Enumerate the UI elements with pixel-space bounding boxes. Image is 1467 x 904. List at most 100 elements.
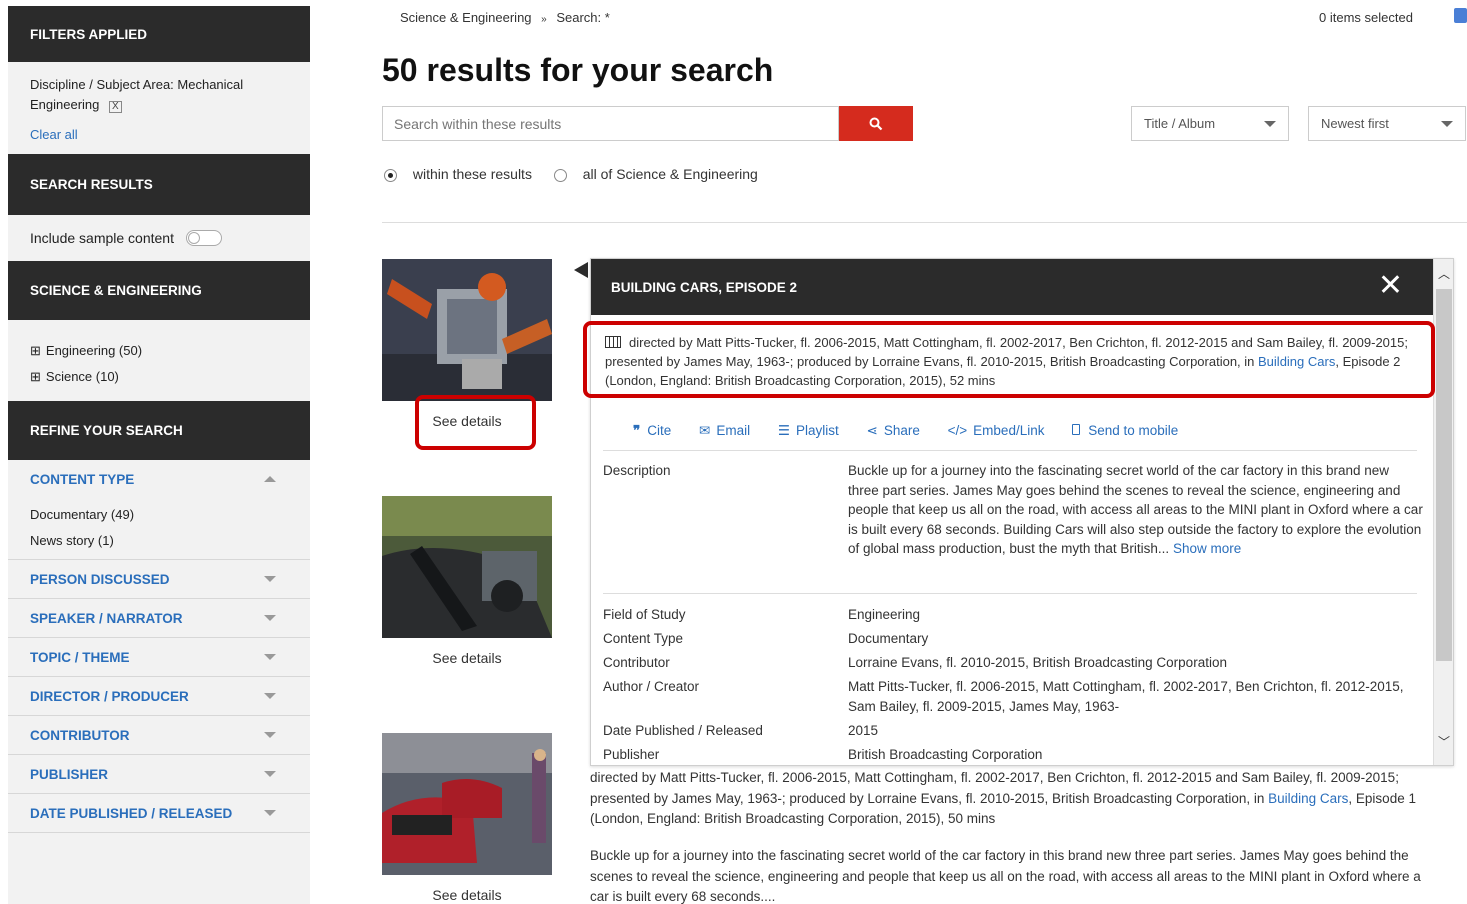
- refine-search-header: REFINE YOUR SEARCH: [8, 401, 310, 460]
- sidebar: FILTERS APPLIED Discipline / Subject Are…: [8, 6, 310, 904]
- facet-date-published[interactable]: DATE PUBLISHED / RELEASED: [8, 794, 310, 833]
- embed-label: Embed/Link: [973, 423, 1045, 438]
- sort-order-value: Newest first: [1321, 116, 1389, 131]
- chevron-down-icon: [264, 732, 276, 738]
- playlist-action[interactable]: ☰ Playlist: [778, 423, 851, 438]
- field-value: British Broadcasting Corporation: [848, 747, 1043, 762]
- share-label: Share: [883, 423, 920, 438]
- send-mobile-action[interactable]: Send to mobile: [1072, 423, 1190, 438]
- search-results-header: SEARCH RESULTS: [8, 154, 310, 215]
- see-details-link[interactable]: See details: [382, 887, 552, 903]
- chevron-up-icon: [264, 476, 276, 482]
- divider: [382, 222, 1467, 223]
- facet-speaker-narrator[interactable]: SPEAKER / NARRATOR: [8, 599, 310, 638]
- facet-label: PERSON DISCUSSED: [30, 571, 170, 587]
- expand-icon[interactable]: ⊞: [30, 343, 41, 358]
- facet-label: DIRECTOR / PRODUCER: [30, 688, 189, 704]
- breadcrumb-separator: »: [541, 14, 547, 25]
- car-line-image: [382, 733, 552, 875]
- citation-link[interactable]: Building Cars: [1268, 791, 1348, 806]
- search-input[interactable]: [383, 107, 838, 140]
- share-action[interactable]: ⋖ Share: [867, 423, 932, 438]
- see-details-link[interactable]: See details: [382, 650, 552, 666]
- car-assembly-image: [382, 496, 552, 638]
- facet-topic-theme[interactable]: TOPIC / THEME: [8, 638, 310, 677]
- search-results-title: SEARCH RESULTS: [30, 177, 153, 192]
- field-label: Author / Creator: [603, 679, 700, 694]
- description-label: Description: [603, 463, 671, 478]
- result-thumbnail[interactable]: [382, 733, 552, 875]
- embed-action[interactable]: </> Embed/Link: [948, 423, 1057, 438]
- tree-item-science[interactable]: ⊞ Science (10): [30, 364, 288, 390]
- result-thumbnail[interactable]: [382, 259, 552, 401]
- field-value: 2015: [848, 723, 879, 738]
- popup-title: BUILDING CARS, EPISODE 2: [611, 279, 798, 295]
- result-thumbnail[interactable]: [382, 496, 552, 638]
- tree-item-label: Science (10): [45, 369, 119, 384]
- email-action[interactable]: ✉ Email: [699, 423, 762, 438]
- show-more-link[interactable]: Show more: [1173, 541, 1241, 556]
- sort-field-select[interactable]: Title / Album: [1131, 106, 1289, 141]
- sample-content-toggle[interactable]: [185, 230, 222, 246]
- discipline-tree: ⊞ Engineering (50) ⊞ Science (10): [8, 320, 310, 401]
- search-button[interactable]: [839, 106, 913, 141]
- highlight-box-citation: [583, 321, 1435, 398]
- chevron-down-icon: [1441, 120, 1453, 127]
- sample-content-row: Include sample content: [8, 215, 310, 261]
- facet-publisher[interactable]: PUBLISHER: [8, 755, 310, 794]
- chevron-down-icon: [264, 771, 276, 777]
- factory-robot-image: [382, 259, 552, 401]
- chevron-down-icon[interactable]: ﹀: [1438, 733, 1450, 750]
- facet-director-producer[interactable]: DIRECTOR / PRODUCER: [8, 677, 310, 716]
- clear-all-link[interactable]: Clear all: [30, 127, 78, 142]
- field-label: Publisher: [603, 747, 660, 762]
- chevron-down-icon: [264, 615, 276, 621]
- field-value: Matt Pitts-Tucker, fl. 2006-2015, Matt C…: [848, 679, 1404, 714]
- field-value: Engineering: [848, 607, 921, 622]
- filter-chip-text: Discipline / Subject Area: Mechanical En…: [30, 77, 244, 112]
- science-engineering-header: SCIENCE & ENGINEERING: [8, 261, 310, 320]
- facet-content-type-toggle[interactable]: CONTENT TYPE: [8, 460, 310, 498]
- quote-icon: ❞: [633, 423, 641, 438]
- sort-order-select[interactable]: Newest first: [1308, 106, 1466, 141]
- field-value: Documentary: [848, 631, 929, 646]
- facet-option-news-story[interactable]: News story (1): [30, 528, 288, 554]
- filter-remove-button[interactable]: X: [109, 101, 122, 113]
- expand-icon[interactable]: ⊞: [30, 369, 41, 384]
- search-icon: [869, 117, 883, 130]
- email-label: Email: [716, 423, 751, 438]
- include-sample-label: Include sample content: [30, 230, 174, 246]
- tree-item-engineering[interactable]: ⊞ Engineering (50): [30, 338, 288, 364]
- facet-content-type: CONTENT TYPE Documentary (49) News story…: [8, 460, 310, 560]
- close-icon[interactable]: ✕: [1378, 271, 1403, 301]
- filters-applied-panel: Discipline / Subject Area: Mechanical En…: [8, 62, 310, 154]
- page-title: 50 results for your search: [382, 52, 774, 88]
- chevron-up-icon[interactable]: ︿: [1438, 265, 1450, 282]
- facet-label: SPEAKER / NARRATOR: [30, 610, 183, 626]
- popup-actions: ❞ Cite ✉ Email ☰ Playlist ⋖ Share </> Embed/L…: [633, 423, 1202, 439]
- facet-contributor[interactable]: CONTRIBUTOR: [8, 716, 310, 755]
- divider: [603, 450, 1417, 451]
- filters-applied-header: FILTERS APPLIED: [8, 6, 310, 62]
- facet-label: CONTENT TYPE: [30, 471, 135, 487]
- facet-person-discussed[interactable]: PERSON DISCUSSED: [8, 560, 310, 599]
- field-value: Lorraine Evans, fl. 2010-2015, British B…: [848, 655, 1227, 670]
- radio-within-results[interactable]: [384, 168, 397, 182]
- popup-scrollbar[interactable]: ︿ ﹀: [1433, 259, 1453, 765]
- bookmark-icon[interactable]: [1454, 8, 1467, 23]
- cite-action[interactable]: ❞ Cite: [633, 423, 683, 438]
- facet-label: PUBLISHER: [30, 766, 109, 782]
- list-icon: ☰: [777, 423, 790, 438]
- refine-title: REFINE YOUR SEARCH: [30, 423, 183, 438]
- breadcrumb: Science & Engineering » Search: *: [400, 10, 610, 25]
- mobile-icon: [1072, 424, 1081, 435]
- tree-item-label: Engineering (50): [45, 343, 143, 358]
- filters-applied-title: FILTERS APPLIED: [30, 26, 148, 42]
- breadcrumb-science-engineering[interactable]: Science & Engineering: [400, 10, 532, 25]
- facet-option-documentary[interactable]: Documentary (49): [30, 502, 288, 528]
- scrollbar-thumb[interactable]: [1436, 289, 1452, 661]
- radio-all-science[interactable]: [553, 168, 567, 182]
- facet-label: CONTRIBUTOR: [30, 727, 130, 743]
- popup-header: BUILDING CARS, EPISODE 2 ✕: [591, 259, 1453, 315]
- facet-label: TOPIC / THEME: [30, 649, 130, 665]
